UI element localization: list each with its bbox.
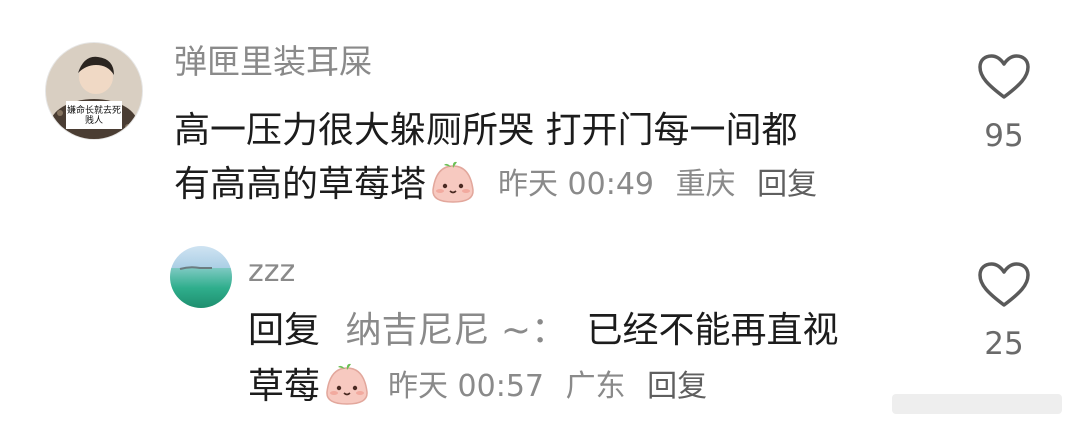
- comment-location: 重庆: [675, 167, 736, 202]
- reply-prefix: 回复: [248, 310, 321, 351]
- strawberry-blob-emoji-icon: [322, 362, 372, 412]
- commenter-avatar[interactable]: 嫌命长就去死 贱人: [45, 42, 143, 140]
- avatar-sign-line2: 贱人: [84, 116, 103, 126]
- heart-outline-icon: [978, 262, 1030, 307]
- like-count: 95: [984, 118, 1024, 154]
- reply-text-line1: 已经不能再直视: [586, 310, 839, 351]
- avatar-sign-line1: 嫌命长就去死: [66, 106, 121, 116]
- avatar-photo: [170, 246, 232, 308]
- reply-time: 昨天 00:57: [388, 369, 545, 404]
- reply-meta: 昨天 00:57 广东 回复: [388, 367, 719, 407]
- heart-outline-icon: [978, 54, 1030, 99]
- reply-text-line1-row: 回复 纳吉尼尼 ~： 已经不能再直视: [248, 306, 839, 356]
- reply-avatar[interactable]: [170, 246, 232, 308]
- reply-like-count: 25: [984, 326, 1024, 362]
- like-button[interactable]: [976, 52, 1032, 106]
- comment-text-line2: 有高高的草莓塔: [174, 164, 427, 205]
- reply-mention[interactable]: 纳吉尼尼 ~：: [345, 310, 567, 351]
- comment-text-line2-row: 有高高的草莓塔 昨天 00:49 重庆 回复: [174, 160, 829, 210]
- reply-username[interactable]: zzz: [248, 254, 295, 290]
- reply-like-button[interactable]: [976, 260, 1032, 314]
- reply-location: 广东: [565, 369, 626, 404]
- comment-text-line1: 高一压力很大躲厕所哭 打开门每一间都: [174, 110, 798, 151]
- comment-meta: 昨天 00:49 重庆 回复: [498, 165, 829, 205]
- reply-reply-button[interactable]: 回复: [647, 369, 707, 404]
- watermark: [892, 392, 1062, 420]
- commenter-username[interactable]: 弹匣里装耳屎: [174, 42, 372, 82]
- reply-button[interactable]: 回复: [757, 167, 817, 202]
- strawberry-blob-emoji-icon: [428, 160, 478, 210]
- comment-time: 昨天 00:49: [498, 167, 655, 202]
- reply-text-line2: 草莓: [248, 366, 321, 407]
- reply-text-line2-row: 草莓 昨天 00:57 广东 回复: [248, 362, 719, 412]
